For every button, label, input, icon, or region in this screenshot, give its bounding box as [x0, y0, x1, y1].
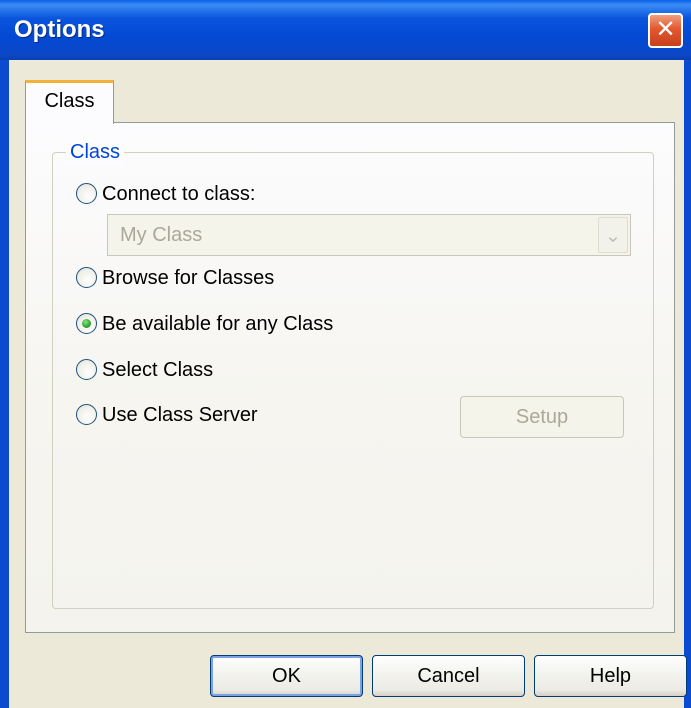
- window-title: Options: [14, 16, 105, 43]
- radio-browse-for-classes[interactable]: [76, 267, 97, 288]
- tab-class[interactable]: Class: [25, 80, 114, 124]
- title-bar[interactable]: Options ✕: [0, 0, 691, 60]
- chevron-down-icon: ⌄: [598, 217, 628, 253]
- option-label-use-class-server[interactable]: Use Class Server: [102, 403, 258, 427]
- radio-use-class-server[interactable]: [76, 404, 97, 425]
- ok-button[interactable]: OK: [210, 655, 363, 697]
- cancel-button[interactable]: Cancel: [372, 655, 525, 697]
- window-frame-left: [0, 60, 9, 708]
- help-button[interactable]: Help: [534, 655, 687, 697]
- class-select: My Class ⌄: [107, 214, 631, 256]
- option-label-select-class[interactable]: Select Class: [102, 358, 213, 382]
- options-dialog: Options ✕ Class Class Connect to class: …: [0, 0, 691, 708]
- class-select-value: My Class: [120, 224, 203, 246]
- option-label-connect-to-class[interactable]: Connect to class:: [102, 182, 255, 206]
- radio-select-class[interactable]: [76, 359, 97, 380]
- close-icon[interactable]: ✕: [648, 13, 683, 48]
- radio-be-available[interactable]: [76, 313, 97, 334]
- setup-button: Setup: [460, 396, 624, 438]
- radio-connect-to-class[interactable]: [76, 183, 97, 204]
- group-label: Class: [66, 139, 125, 165]
- window-frame-right: [684, 60, 691, 708]
- option-label-browse-for-classes[interactable]: Browse for Classes: [102, 266, 274, 290]
- option-label-be-available[interactable]: Be available for any Class: [102, 312, 333, 336]
